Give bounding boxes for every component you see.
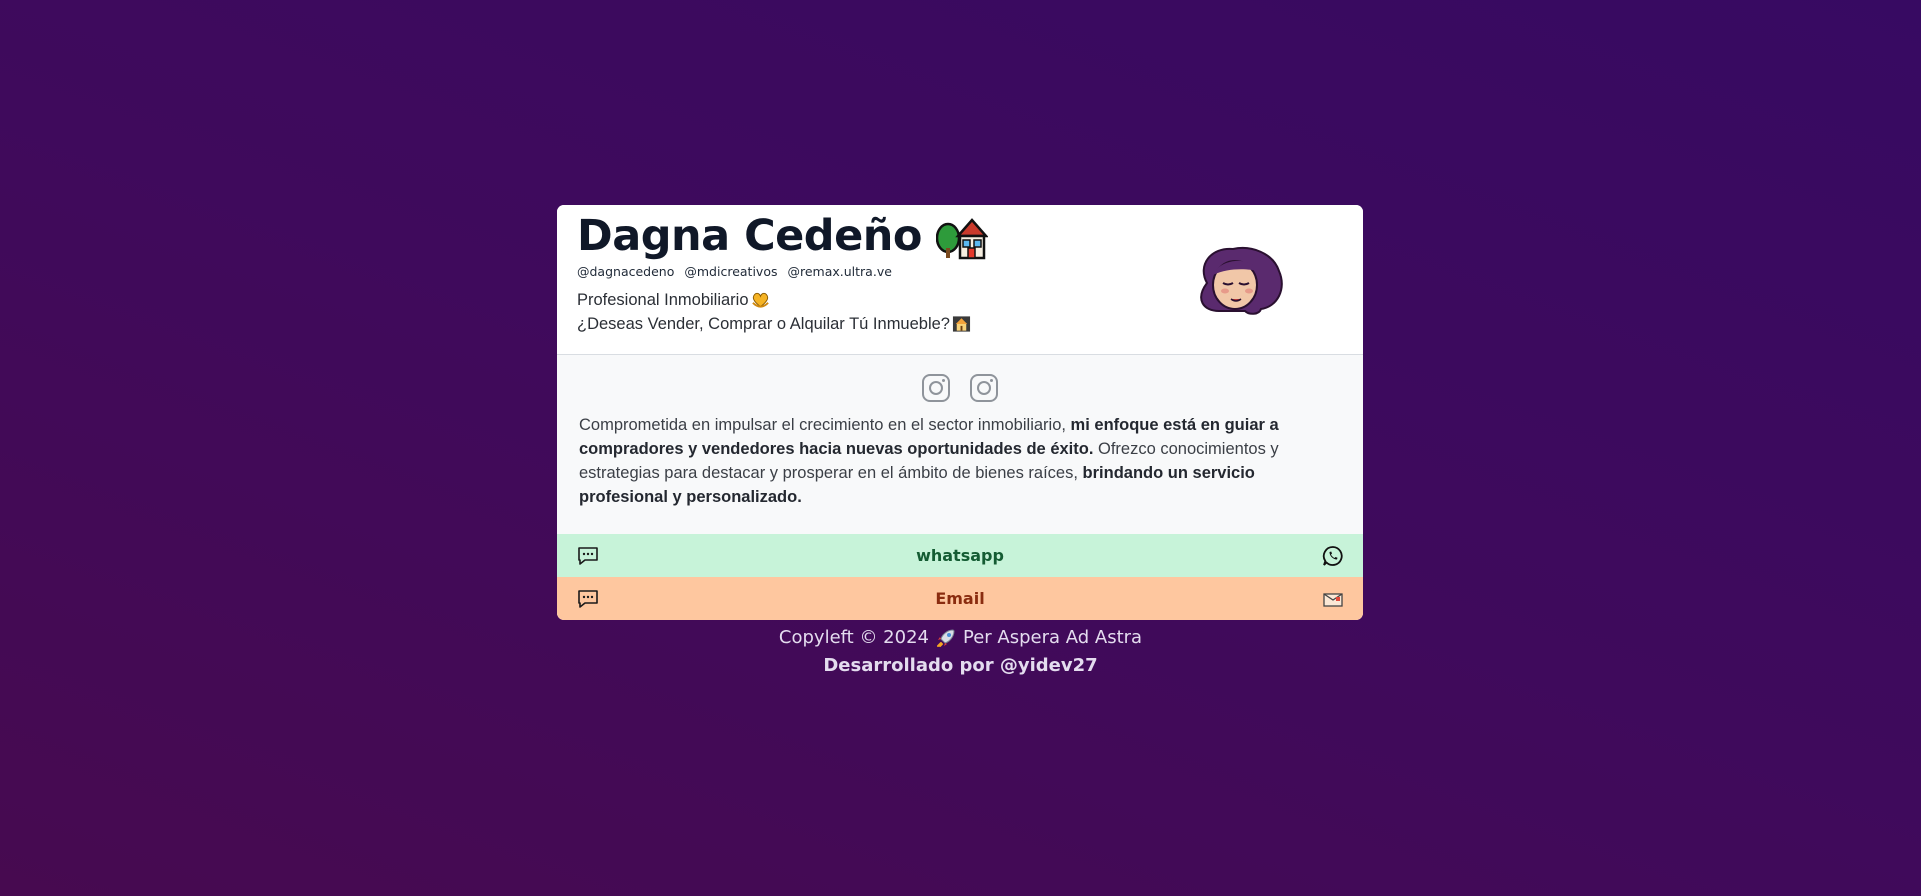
social-handles: @dagnacedeno @mdicreativos @remax.ultra.… xyxy=(577,264,892,279)
subtitle-line: ¿Deseas Vender, Comprar o Alquilar Tú In… xyxy=(577,315,950,333)
motto-text: Per Aspera Ad Astra xyxy=(963,627,1143,648)
instagram-icon[interactable] xyxy=(921,373,951,403)
yellow-heart-hands-icon xyxy=(751,292,769,308)
envelope-icon xyxy=(1323,593,1343,607)
whatsapp-button[interactable]: whatsapp xyxy=(557,534,1363,577)
handle-link[interactable]: @mdicreativos xyxy=(684,264,777,279)
house-building-icon xyxy=(952,316,971,332)
copyleft-text: Copyleft © 2024 xyxy=(778,627,929,648)
social-icons xyxy=(579,373,1341,403)
copyleft-line: Copyleft © 2024 Per Aspera Ad Astra xyxy=(0,624,1921,652)
profile-name: Dagna Cedeño xyxy=(577,211,922,261)
handle-link[interactable]: @dagnacedeno xyxy=(577,264,674,279)
profile-card: Dagna Cedeño @dagnacedeno @mdicreativos … xyxy=(557,205,1363,620)
house-with-garden-icon xyxy=(935,217,988,259)
profile-name-heading: Dagna Cedeño xyxy=(577,209,988,264)
whatsapp-button-label: whatsapp xyxy=(916,546,1004,565)
bio-paragraph: Comprometida en impulsar el crecimiento … xyxy=(579,413,1341,509)
developer-credit[interactable]: Desarrollado por @yidev27 xyxy=(0,652,1921,680)
woman-face-avatar-icon xyxy=(1200,247,1283,315)
profile-body: Comprometida en impulsar el crecimiento … xyxy=(557,355,1363,534)
rocket-icon xyxy=(937,629,955,647)
email-button[interactable]: Email xyxy=(557,577,1363,620)
subtitle-line: Profesional Inmobiliario xyxy=(577,291,749,309)
profile-header: Dagna Cedeño @dagnacedeno @mdicreativos … xyxy=(557,205,1363,355)
bio-text: Comprometida en impulsar el crecimiento … xyxy=(579,416,1071,434)
instagram-icon[interactable] xyxy=(969,373,999,403)
profile-subtitle: Profesional Inmobiliario ¿Deseas Vender,… xyxy=(577,288,971,336)
handle-link[interactable]: @remax.ultra.ve xyxy=(787,264,891,279)
email-button-label: Email xyxy=(935,589,985,608)
page-footer: Copyleft © 2024 Per Aspera Ad Astra Desa… xyxy=(0,624,1921,680)
whatsapp-icon xyxy=(1322,546,1343,566)
chat-bubble-icon xyxy=(578,590,598,608)
chat-bubble-icon xyxy=(578,547,598,565)
